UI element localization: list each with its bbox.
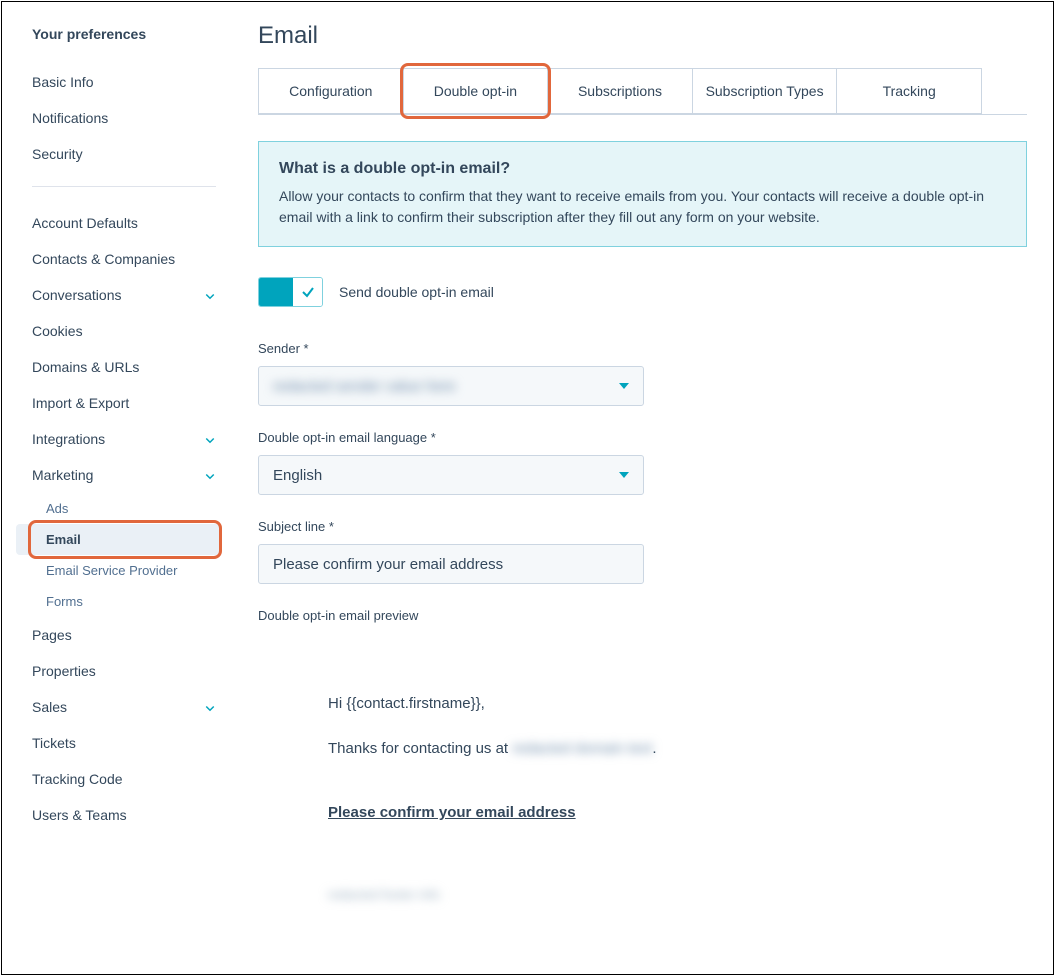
tabs-underline <box>258 114 1027 115</box>
sidebar-item-conversations[interactable]: Conversations <box>32 277 216 313</box>
double-optin-toggle[interactable] <box>258 277 323 307</box>
sidebar-item-import-export[interactable]: Import & Export <box>32 385 216 421</box>
sidebar-item-cookies[interactable]: Cookies <box>32 313 216 349</box>
tab-configuration[interactable]: Configuration <box>259 69 404 113</box>
tab-subscription-types[interactable]: Subscription Types <box>693 69 838 113</box>
chevron-down-icon <box>204 289 216 301</box>
sidebar-item-account-defaults[interactable]: Account Defaults <box>32 205 216 241</box>
subject-input-wrapper <box>258 544 644 584</box>
sidebar-item-forms[interactable]: Forms <box>46 586 216 617</box>
sidebar-item-notifications[interactable]: Notifications <box>32 100 216 136</box>
check-icon <box>300 284 316 300</box>
subject-input[interactable] <box>273 556 629 573</box>
sidebar-item-email-service-provider[interactable]: Email Service Provider <box>46 555 216 586</box>
sidebar-item-sales[interactable]: Sales <box>32 689 216 725</box>
preview-greeting: Hi {{contact.firstname}}, <box>328 693 951 716</box>
callout-title: What is a double opt-in email? <box>279 160 1006 178</box>
sender-label: Sender * <box>258 341 1021 356</box>
sidebar-item-tracking-code[interactable]: Tracking Code <box>32 761 216 797</box>
chevron-down-icon <box>204 469 216 481</box>
sender-dropdown[interactable]: redacted sender value here <box>258 366 644 406</box>
caret-down-icon <box>619 472 629 478</box>
language-label: Double opt-in email language * <box>258 430 1021 445</box>
sidebar-item-properties[interactable]: Properties <box>32 653 216 689</box>
sidebar-divider <box>32 186 216 187</box>
tabs: Configuration Double opt-in Subscription… <box>258 68 982 114</box>
caret-down-icon <box>619 383 629 389</box>
sidebar-item-contacts-companies[interactable]: Contacts & Companies <box>32 241 216 277</box>
sidebar-marketing-children: Ads Email Email Service Provider Forms <box>32 493 216 617</box>
sidebar-item-basic-info[interactable]: Basic Info <box>32 64 216 100</box>
toggle-row: Send double opt-in email <box>258 277 1021 307</box>
sidebar-group-preferences: Basic Info Notifications Security <box>32 64 216 172</box>
preview-domain-blur: redacted domain text <box>512 738 652 761</box>
main-content: Email Configuration Double opt-in Subscr… <box>234 2 1053 974</box>
sidebar-item-users-teams[interactable]: Users & Teams <box>32 797 216 833</box>
language-value: English <box>273 467 322 484</box>
sidebar-item-integrations[interactable]: Integrations <box>32 421 216 457</box>
sender-value: redacted sender value here <box>273 378 456 395</box>
sidebar-item-domains-urls[interactable]: Domains & URLs <box>32 349 216 385</box>
field-subject: Subject line * <box>258 519 1021 584</box>
callout-body: Allow your contacts to confirm that they… <box>279 186 1006 228</box>
sidebar-group-account: Account Defaults Contacts & Companies Co… <box>32 205 216 833</box>
sidebar-heading: Your preferences <box>32 26 216 42</box>
sidebar: Your preferences Basic Info Notification… <box>2 2 234 974</box>
sidebar-item-marketing[interactable]: Marketing <box>32 457 216 493</box>
preview-label: Double opt-in email preview <box>258 608 1021 623</box>
sidebar-item-tickets[interactable]: Tickets <box>32 725 216 761</box>
preview-thanks: Thanks for contacting us at redacted dom… <box>328 738 951 761</box>
chevron-down-icon <box>204 433 216 445</box>
subject-label: Subject line * <box>258 519 1021 534</box>
tab-double-opt-in[interactable]: Double opt-in <box>404 69 549 113</box>
sidebar-item-email[interactable]: Email <box>16 524 220 555</box>
highlight-email-nav: Email <box>46 524 216 555</box>
field-language: Double opt-in email language * English <box>258 430 1021 495</box>
info-callout: What is a double opt-in email? Allow you… <box>258 141 1027 247</box>
preview-footer-blur: redacted footer info <box>328 885 951 905</box>
email-preview: Hi {{contact.firstname}}, Thanks for con… <box>258 653 1021 904</box>
sidebar-item-pages[interactable]: Pages <box>32 617 216 653</box>
toggle-off-segment <box>293 278 322 306</box>
language-dropdown[interactable]: English <box>258 455 644 495</box>
field-sender: Sender * redacted sender value here <box>258 341 1021 406</box>
chevron-down-icon <box>204 701 216 713</box>
toggle-on-segment <box>259 278 293 306</box>
sidebar-item-security[interactable]: Security <box>32 136 216 172</box>
sidebar-item-ads[interactable]: Ads <box>46 493 216 524</box>
tab-subscriptions[interactable]: Subscriptions <box>548 69 693 113</box>
page-title: Email <box>258 22 1021 50</box>
toggle-label: Send double opt-in email <box>339 284 494 300</box>
tab-tracking[interactable]: Tracking <box>837 69 981 113</box>
confirm-email-link[interactable]: Please confirm your email address <box>328 802 576 825</box>
